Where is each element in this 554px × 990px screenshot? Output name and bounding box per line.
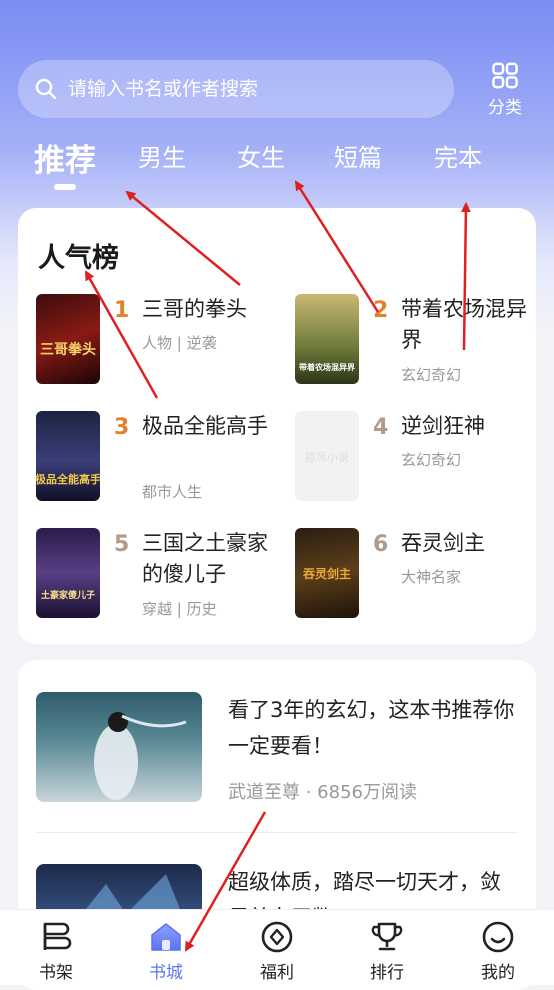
tab-indicator (54, 184, 76, 190)
book-title: 逆剑狂神 (401, 414, 485, 438)
book-tags: 人物 | 逆袭 (142, 334, 217, 352)
book-cover: 带着农场混异界 (295, 294, 359, 384)
nav-label: 福利 (260, 963, 294, 983)
cover-title: 带着农场混异界 (299, 362, 356, 372)
article-title: 看了3年的玄幻，这本书推荐你一定要看！ (228, 698, 515, 758)
nav-mine[interactable]: 我的 (458, 920, 538, 984)
article-item[interactable]: 看了3年的玄幻，这本书推荐你一定要看！ 武道至尊 · 6856万阅读 (36, 692, 518, 804)
book-tags: 都市人生 (142, 483, 203, 501)
book-cover: 三哥拳头 (36, 294, 100, 384)
channel-tabs: 推荐 男生 女生 短篇 完本 (0, 138, 554, 194)
rank-number: 3 (114, 415, 130, 440)
book-title: 吞灵剑主 (401, 531, 485, 555)
book-cover: 掠风小说 (295, 411, 359, 501)
trophy-icon (371, 922, 403, 951)
tab-short[interactable]: 短篇 (334, 138, 382, 173)
popular-ranking-card: 人气榜 三哥拳头 1 三哥的拳头 人物 | 逆袭 带着农场混异界 2 带着农场混… (18, 208, 536, 644)
cover-title: 土豪家傻儿子 (41, 589, 95, 601)
book-item[interactable]: 吞灵剑主 6 吞灵剑主 大神名家 (295, 528, 535, 620)
book-tags: 玄幻奇幻 (401, 451, 462, 469)
book-title: 带着农场混异界 (401, 297, 527, 352)
book-item[interactable]: 土豪家傻儿子 5 三国之土豪家的傻儿子 穿越 | 历史 (36, 528, 276, 620)
grid-icon (492, 62, 518, 89)
book-item[interactable]: 极品全能高手 3 极品全能高手 都市人生 (36, 411, 276, 503)
article-meta: 武道至尊 · 6856万阅读 (228, 782, 417, 803)
tab-male[interactable]: 男生 (138, 138, 186, 173)
nav-label: 书架 (39, 963, 73, 983)
book-item[interactable]: 掠风小说 4 逆剑狂神 玄幻奇幻 (295, 411, 535, 503)
search-input[interactable] (66, 77, 430, 101)
nav-bookshelf[interactable]: 书架 (16, 920, 96, 984)
book-title: 三国之土豪家的傻儿子 (142, 531, 268, 586)
book-tags: 玄幻奇幻 (401, 366, 462, 384)
cover-title: 极品全能高手 (36, 472, 100, 486)
nav-welfare[interactable]: 福利 (237, 920, 317, 984)
home-icon (151, 923, 181, 951)
cover-title: 掠风小说 (305, 450, 349, 464)
rank-number: 2 (373, 298, 389, 323)
tab-recommend[interactable]: 推荐 (34, 135, 96, 180)
book-item[interactable]: 带着农场混异界 2 带着农场混异界 玄幻奇幻 (295, 294, 535, 386)
bottom-navigation: 书架 书城 福利 排行 我的 (0, 909, 554, 985)
nav-label: 书城 (149, 963, 183, 983)
book-title: 极品全能高手 (142, 414, 268, 438)
nav-bookstore[interactable]: 书城 (126, 920, 206, 984)
article-image (36, 692, 202, 802)
rank-number: 6 (373, 532, 389, 557)
rank-number: 5 (114, 532, 130, 557)
popular-title: 人气榜 (38, 243, 119, 274)
nav-label: 我的 (481, 963, 515, 983)
welfare-icon (261, 921, 293, 953)
cover-title: 三哥拳头 (40, 341, 96, 358)
book-cover: 吞灵剑主 (295, 528, 359, 618)
tab-finished[interactable]: 完本 (434, 138, 482, 173)
book-cover: 极品全能高手 (36, 411, 100, 501)
book-item[interactable]: 三哥拳头 1 三哥的拳头 人物 | 逆袭 (36, 294, 276, 386)
category-button[interactable]: 分类 (482, 62, 528, 118)
book-tags: 大神名家 (401, 568, 462, 586)
book-title: 三哥的拳头 (142, 297, 247, 321)
book-tags: 穿越 | 历史 (142, 600, 217, 618)
category-label: 分类 (488, 98, 522, 118)
smile-icon (482, 921, 514, 953)
nav-ranking[interactable]: 排行 (347, 920, 427, 984)
cover-title: 吞灵剑主 (303, 566, 351, 581)
bookshelf-icon (43, 922, 72, 950)
divider (36, 832, 518, 833)
rank-number: 1 (114, 298, 130, 323)
search-icon (35, 78, 57, 100)
nav-label: 排行 (370, 963, 404, 983)
tab-female[interactable]: 女生 (237, 138, 285, 173)
book-cover: 土豪家傻儿子 (36, 528, 100, 618)
search-bar[interactable] (18, 60, 454, 118)
rank-number: 4 (373, 415, 389, 440)
